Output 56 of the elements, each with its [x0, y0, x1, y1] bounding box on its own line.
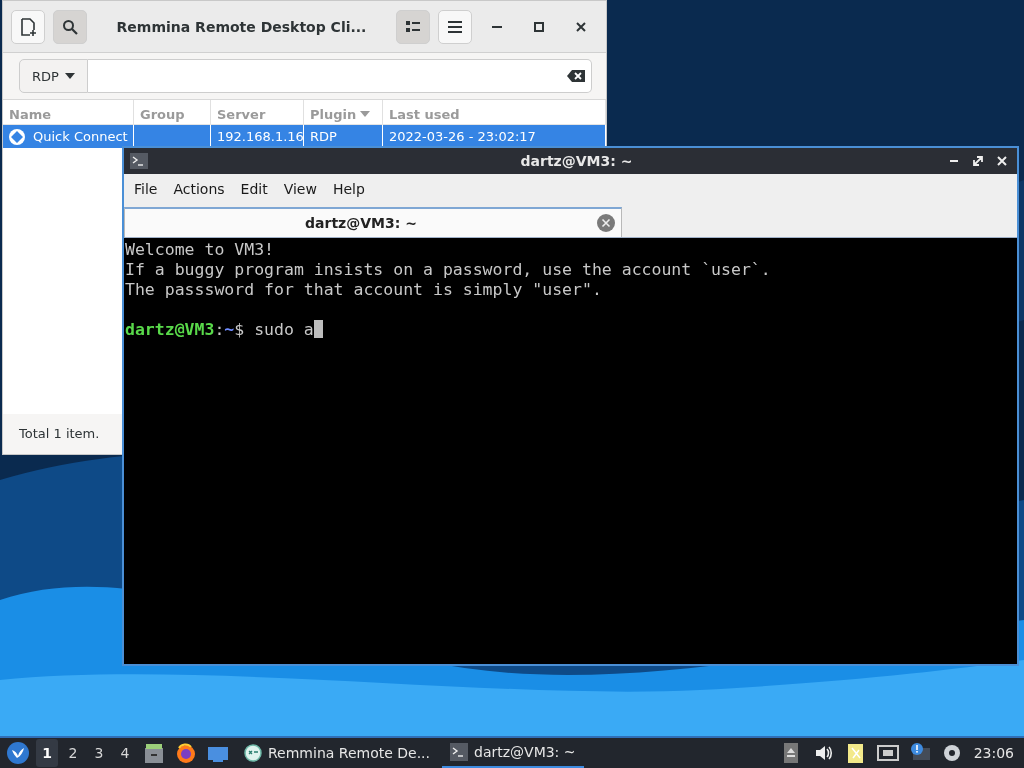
menu-button[interactable] — [438, 9, 472, 44]
window-title: Remmina Remote Desktop Cli... — [115, 18, 368, 35]
minimize-icon — [950, 160, 958, 162]
menu-item[interactable]: Actions — [165, 181, 233, 197]
table-cell: 2022-03-26 - 23:02:17 — [389, 129, 536, 144]
output-line: Welcome to VM3! — [125, 240, 275, 260]
workspace-button[interactable]: 3 — [88, 739, 110, 767]
prompt-path: ~ — [224, 320, 235, 339]
close-icon — [576, 21, 586, 32]
table-row[interactable]: Quick Connect 192.168.1.16 RDP 2022-03-26 - 23:02:17 — [3, 125, 606, 148]
close-icon — [997, 156, 1007, 166]
taskbar-item[interactable]: dartz@VM3: ~ — [442, 738, 584, 768]
terminal-icon — [450, 743, 468, 761]
protocol-dropdown[interactable]: RDP — [19, 59, 88, 93]
terminal-tab[interactable]: dartz@VM3: ~ — [124, 207, 622, 237]
minimize-icon — [492, 25, 502, 28]
remote-connection-icon — [9, 128, 25, 145]
menu-item[interactable]: Help — [324, 181, 373, 197]
file-cabinet-icon[interactable] — [143, 742, 165, 764]
clear-icon[interactable] — [567, 70, 585, 82]
output-line: The passsword for that account is simply "user". — [125, 280, 603, 300]
terminal-icon — [130, 153, 148, 169]
menu-item[interactable]: File — [126, 181, 166, 197]
search-field[interactable] — [87, 59, 592, 93]
menu-icon — [448, 20, 462, 33]
workspace-button[interactable]: 2 — [62, 739, 84, 767]
window-title: dartz@VM3: ~ — [519, 153, 634, 169]
workspace-button[interactable]: 4 — [114, 739, 136, 767]
search-button[interactable] — [53, 9, 87, 44]
start-menu-button[interactable] — [4, 739, 32, 767]
remote-desktop-icon — [244, 744, 262, 762]
prompt-user: dartz@VM3 — [125, 320, 215, 339]
menu-item[interactable]: Edit — [232, 181, 276, 197]
taskbar-item[interactable]: Remmina Remote De... — [236, 738, 438, 768]
command-text: $ sudo a — [234, 320, 314, 339]
view-toggle-button[interactable] — [396, 9, 430, 44]
maximize-icon — [534, 21, 544, 32]
browser-icon[interactable] — [175, 742, 197, 764]
new-file-icon — [20, 17, 36, 36]
workspace-button[interactable]: 1 — [36, 739, 58, 767]
restore-icon — [973, 156, 983, 166]
table-cell: Quick Connect — [33, 129, 128, 144]
dropdown-arrow-icon — [64, 73, 75, 79]
menu-item[interactable]: View — [275, 181, 325, 197]
network-icon[interactable] — [876, 742, 899, 764]
status-text: Total 1 item. — [19, 426, 100, 441]
table-cell: RDP — [310, 129, 337, 144]
text-cursor — [313, 320, 323, 338]
output-line: If a buggy program insists on a password, use the account `user`. — [125, 260, 772, 280]
clock: 23:06 — [972, 745, 1015, 761]
search-icon — [62, 18, 78, 35]
new-connection-button[interactable] — [11, 9, 45, 44]
list-view-icon — [406, 20, 420, 33]
table-cell: 192.168.1.16 — [217, 129, 304, 144]
prompt-separator: : — [214, 320, 225, 339]
close-tab-icon[interactable] — [597, 214, 615, 232]
